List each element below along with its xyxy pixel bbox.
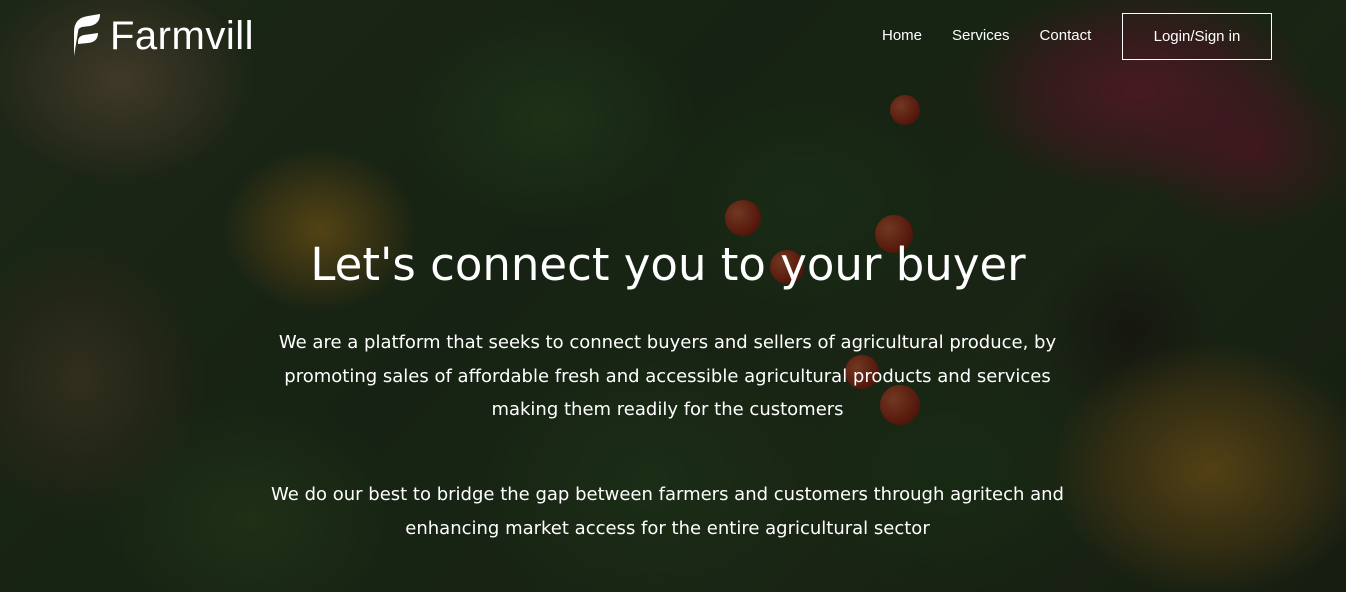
nav-home[interactable]: Home bbox=[882, 27, 922, 44]
main-nav: Home Services Contact bbox=[882, 27, 1091, 44]
brand-name: Farmvill bbox=[110, 13, 254, 58]
hero-section: Farmvill Home Services Contact Login/Sig… bbox=[0, 0, 1346, 592]
nav-services[interactable]: Services bbox=[952, 27, 1010, 44]
login-signin-button[interactable]: Login/Sign in bbox=[1122, 13, 1272, 60]
leaf-f-icon bbox=[74, 14, 100, 56]
hero-paragraph-1: We are a platform that seeks to connect … bbox=[278, 332, 1057, 420]
nav-contact[interactable]: Contact bbox=[1040, 27, 1092, 44]
brand-logo[interactable]: Farmvill bbox=[70, 12, 254, 60]
hero-title: Let's connect you to your buyer bbox=[310, 238, 1026, 291]
hero-paragraph-2: We do our best to bridge the gap between… bbox=[271, 484, 1064, 539]
